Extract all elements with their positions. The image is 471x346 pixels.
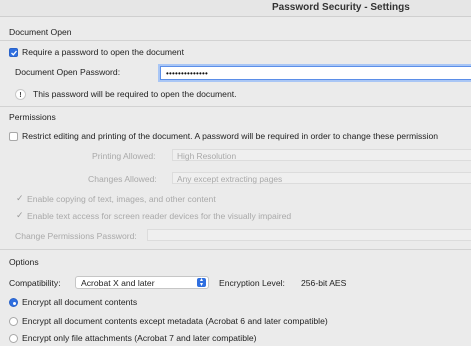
- changes-allowed-select[interactable]: Any except extracting pages: [172, 172, 471, 184]
- radio-encrypt-attachments-label: Encrypt only file attachments (Acrobat 7…: [22, 333, 257, 343]
- change-permissions-password-label: Change Permissions Password:: [15, 231, 137, 241]
- divider: [0, 106, 471, 107]
- title-bar: Password Security - Settings: [0, 0, 471, 17]
- enable-access-label: Enable text access for screen reader dev…: [27, 211, 292, 221]
- options-heading: Options: [9, 257, 39, 267]
- window-title: Password Security - Settings: [272, 2, 410, 13]
- open-password-label: Document Open Password:: [15, 67, 121, 77]
- radio-encrypt-all[interactable]: [9, 298, 18, 307]
- radio-encrypt-except-metadata[interactable]: [9, 317, 18, 326]
- permissions-heading: Permissions: [9, 112, 56, 122]
- compatibility-value: Acrobat X and later: [81, 278, 155, 288]
- compatibility-label: Compatibility:: [9, 278, 61, 288]
- copy-checkmark-icon[interactable]: ✓: [16, 194, 24, 203]
- enable-copying-label: Enable copying of text, images, and othe…: [27, 194, 216, 204]
- radio-encrypt-attachments[interactable]: [9, 334, 18, 343]
- info-message: This password will be required to open t…: [33, 89, 237, 99]
- access-checkmark-icon[interactable]: ✓: [16, 211, 24, 220]
- encryption-level-label: Encryption Level:: [219, 278, 285, 288]
- change-permissions-password-field[interactable]: [147, 229, 471, 241]
- encryption-level-value: 256-bit AES: [301, 278, 347, 288]
- info-icon: !: [15, 89, 26, 100]
- chevron-up-down-icon: ▴ ▾: [197, 277, 206, 288]
- compatibility-select[interactable]: Acrobat X and later ▴ ▾: [75, 276, 209, 289]
- radio-encrypt-except-metadata-label: Encrypt all document contents except met…: [22, 316, 328, 326]
- require-password-label: Require a password to open the document: [22, 47, 184, 57]
- divider: [0, 249, 471, 250]
- checkmark-icon: [11, 50, 17, 56]
- open-password-field[interactable]: ••••••••••••••: [160, 66, 471, 80]
- changes-allowed-label: Changes Allowed:: [88, 174, 157, 184]
- radio-encrypt-all-label: Encrypt all document contents: [22, 297, 138, 307]
- restrict-editing-checkbox[interactable]: [9, 132, 18, 141]
- printing-allowed-label: Printing Allowed:: [92, 151, 156, 161]
- document-open-heading: Document Open: [9, 27, 72, 37]
- printing-allowed-select[interactable]: High Resolution: [172, 149, 471, 161]
- divider: [0, 40, 471, 41]
- require-password-checkbox[interactable]: [9, 48, 18, 57]
- restrict-editing-label: Restrict editing and printing of the doc…: [22, 131, 439, 141]
